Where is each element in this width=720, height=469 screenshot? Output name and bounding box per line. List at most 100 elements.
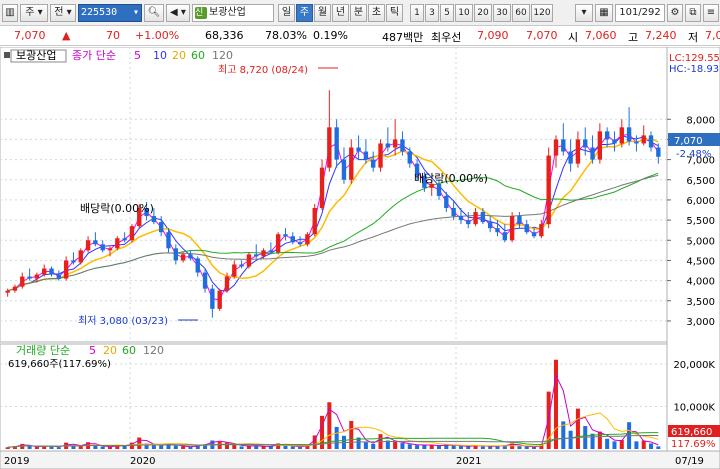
candle-body — [268, 250, 274, 253]
chart-menu-icon[interactable]: ▥ — [2, 4, 18, 22]
candle-body — [444, 195, 449, 208]
candle[interactable] — [217, 288, 222, 311]
price-tick-label: 4,000 — [686, 277, 715, 288]
volume-bar — [605, 438, 610, 449]
ma-legend-5: 5 — [134, 49, 141, 62]
dropdown-arrow-icon[interactable]: ▾ — [133, 5, 139, 21]
high-label: 고 — [628, 31, 639, 44]
candle[interactable] — [305, 232, 310, 247]
more-icon[interactable]: ≡ — [703, 4, 719, 22]
high-price: 7,240 — [645, 29, 677, 42]
hc-label: HC:-18.93 — [669, 64, 719, 75]
change-amount: 70 — [106, 29, 120, 42]
volume-bar — [429, 445, 434, 449]
candle-body — [283, 234, 288, 237]
volume-bar — [393, 441, 398, 449]
stock-code-input[interactable]: 225530 ▾ — [78, 4, 142, 22]
candle[interactable] — [546, 147, 551, 229]
volume-bar — [437, 446, 442, 449]
candle-body — [392, 139, 398, 148]
interval-button-30[interactable]: 30 — [493, 4, 511, 22]
low-price: 7,0 — [705, 29, 720, 42]
sound-icon[interactable]: ◀︎ ▾ — [166, 4, 190, 22]
candle-body — [49, 268, 54, 275]
settings-icon[interactable]: ⚙︎ — [667, 4, 683, 22]
interval-button-1[interactable]: 1 — [410, 4, 424, 22]
candle-body — [115, 238, 120, 249]
volume-bar — [371, 443, 376, 449]
volume-tick-label: 20,000K — [673, 360, 715, 371]
volume-bar — [363, 442, 368, 449]
candle-body — [502, 232, 508, 241]
volume-bar — [100, 446, 105, 449]
volume-bar — [612, 441, 617, 449]
volume-bar — [590, 433, 595, 449]
turnover-percent: 0.19% — [313, 29, 348, 42]
period-tab-4[interactable]: 분 — [350, 4, 367, 22]
volume-bar — [159, 445, 164, 449]
candle-body — [641, 135, 646, 144]
period-tab-2[interactable]: 월 — [314, 4, 331, 22]
candle-body — [553, 139, 559, 156]
candle[interactable] — [246, 252, 252, 269]
candle-body — [254, 254, 259, 257]
candle-body — [356, 147, 361, 152]
change-percent: +1.00% — [135, 29, 180, 42]
candle-body — [531, 232, 537, 237]
prev-button[interactable]: 전 ▾ — [50, 4, 76, 22]
mode-select[interactable]: 주 ▾ — [20, 4, 48, 22]
volume-bar — [524, 446, 529, 449]
candle-body — [63, 260, 69, 279]
interval-button-5[interactable]: 5 — [440, 4, 454, 22]
candle-body — [129, 226, 135, 241]
period-tab-5[interactable]: 초 — [368, 4, 385, 22]
interval-button-120[interactable]: 120 — [531, 4, 553, 22]
calendar-icon[interactable]: ▦ — [595, 4, 613, 22]
period-tab-6[interactable]: 틱 — [386, 4, 403, 22]
volume-bar — [480, 446, 485, 449]
interval-button-10[interactable]: 10 — [455, 4, 473, 22]
chart-area[interactable]: 8,0007,5007,0006,5006,0005,5005,0004,500… — [0, 46, 720, 469]
candle-body — [619, 127, 624, 144]
volume-bar — [466, 446, 471, 449]
period-tab-0[interactable]: 일 — [278, 4, 295, 22]
period-tab-1[interactable]: 주 — [296, 4, 313, 22]
candle[interactable] — [509, 212, 515, 243]
volume-bar — [27, 446, 32, 449]
page-indicator[interactable]: 101/292 — [615, 4, 665, 22]
candle[interactable] — [312, 203, 317, 237]
custom-interval-dropdown[interactable]: ▾ — [575, 4, 593, 22]
candle-body — [239, 264, 244, 267]
candle-body — [583, 139, 588, 148]
candle-body — [290, 236, 295, 243]
candle-body — [5, 290, 10, 293]
period-tab-3[interactable]: 년 — [332, 4, 349, 22]
interval-button-20[interactable]: 20 — [474, 4, 492, 22]
interval-button-60[interactable]: 60 — [512, 4, 530, 22]
volume-bar — [181, 446, 186, 449]
candle[interactable] — [115, 236, 120, 251]
candle-body — [107, 248, 113, 251]
candle[interactable] — [129, 224, 135, 243]
stock-name: 보광산업 — [209, 7, 246, 18]
volume-bar — [649, 443, 654, 449]
candle-body — [451, 208, 456, 217]
interval-button-3[interactable]: 3 — [425, 4, 439, 22]
price-panel-title: 보광산업 — [16, 49, 56, 62]
legend-box-icon — [4, 52, 10, 58]
stock-name-field[interactable]: 신 보광산업 — [192, 4, 274, 22]
candle-body — [590, 147, 595, 160]
search-icon[interactable]: 🔍︎ — [144, 4, 164, 22]
expand-icon[interactable]: ⧉ — [685, 4, 701, 22]
low-label: 저 — [688, 31, 699, 44]
candle[interactable] — [275, 232, 281, 255]
candle[interactable] — [378, 139, 383, 172]
volume-bar — [568, 430, 573, 449]
stock-chart[interactable]: 8,0007,5007,0006,5006,0005,5005,0004,500… — [0, 46, 720, 469]
candle-body — [12, 286, 18, 291]
volume-bar — [71, 446, 76, 449]
candle[interactable] — [78, 248, 83, 265]
candle-body — [261, 250, 266, 257]
vol-ma-legend-5: 5 — [89, 344, 96, 357]
page-indicator-text: 101/292 — [619, 7, 661, 18]
